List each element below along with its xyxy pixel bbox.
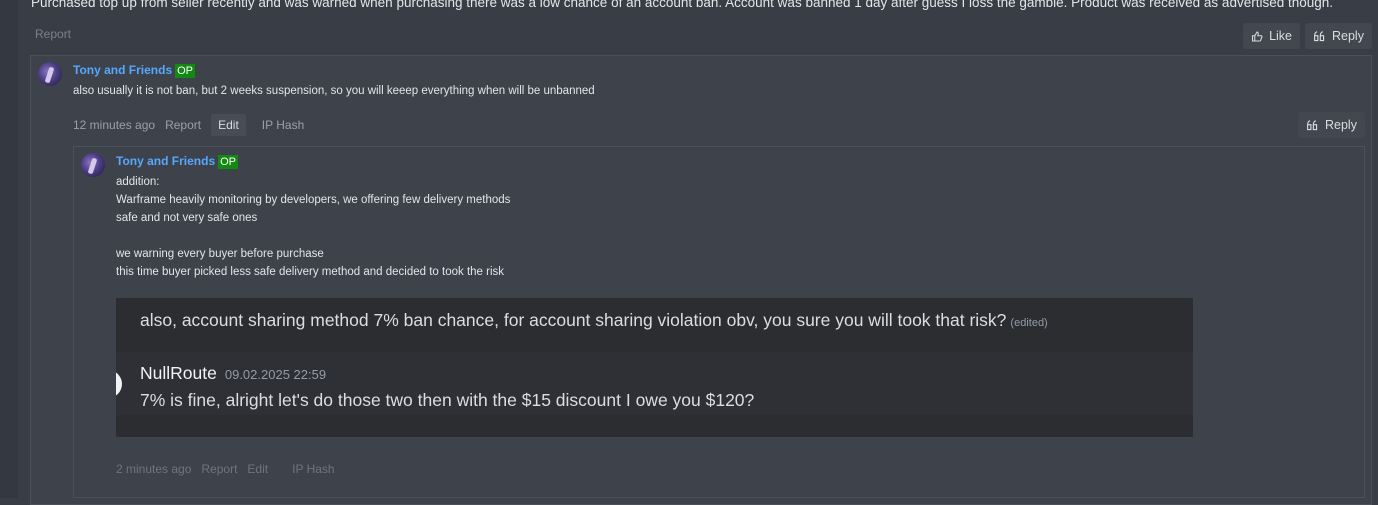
comment-2-meta: 2 minutes ago Report Edit IP Hash [116,462,345,476]
text-line: safe and not very safe ones [116,212,258,224]
timestamp: 2 minutes ago [116,462,192,476]
ip-hash-link[interactable]: IP Hash [292,462,334,476]
comment-2-text: addition: Warframe heavily monitoring by… [116,173,510,281]
timestamp: 12 minutes ago [73,118,156,132]
avatar[interactable] [38,62,62,86]
ip-hash-link[interactable]: IP Hash [262,118,304,132]
text-line [116,227,510,245]
comment-1-meta: 12 minutes ago Report Edit IP Hash [73,114,314,136]
username-label[interactable]: Tony and Friends [116,154,215,168]
username-label[interactable]: Tony and Friends [73,63,172,77]
left-rail [0,0,18,498]
text-line: addition: [116,176,160,188]
reply-label: Reply [1332,29,1364,43]
embed-message-top: also, account sharing method 7% ban chan… [140,310,1048,331]
thumbs-up-icon [1251,30,1263,42]
report-link[interactable]: Report [201,462,237,476]
reply-button[interactable]: Reply [1305,23,1372,49]
op-badge: OP [218,155,239,169]
post-report-link[interactable]: Report [35,27,71,41]
embedded-screenshot[interactable]: also, account sharing method 7% ban chan… [116,298,1193,437]
embed-author: NullRoute [140,363,217,383]
reply-label: Reply [1325,118,1357,132]
text-line: we warning every buyer before purchase [116,248,324,260]
embed-message: 7% is fine, alright let's do those two t… [140,390,755,410]
like-label: Like [1269,29,1292,43]
avatar[interactable] [81,153,105,177]
embed-author-line: NullRoute 09.02.2025 22:59 [140,363,326,384]
edited-tag: (edited) [1010,317,1048,329]
report-link[interactable]: Report [165,118,201,132]
embed-timestamp: 09.02.2025 22:59 [224,367,327,382]
comment-1-reply-button[interactable]: Reply [1298,112,1365,138]
comment-2-username[interactable]: Tony and Friends OP [116,154,239,169]
edit-link[interactable]: Edit [247,462,268,476]
embed-top-text: also, account sharing method 7% ban chan… [140,310,1007,330]
comment-1-username[interactable]: Tony and Friends OP [73,63,196,78]
text-line: this time buyer picked less safe deliver… [116,266,505,278]
comment-1-text: also usually it is not ban, but 2 weeks … [73,85,595,97]
edit-link[interactable]: Edit [211,114,246,136]
like-button[interactable]: Like [1243,23,1300,49]
op-badge: OP [175,64,196,78]
quote-icon [1307,119,1318,130]
text-line: Warframe heavily monitoring by developer… [116,194,511,206]
post-text: Purchased top up from seller recently an… [31,0,1334,10]
quote-icon [1314,30,1325,41]
